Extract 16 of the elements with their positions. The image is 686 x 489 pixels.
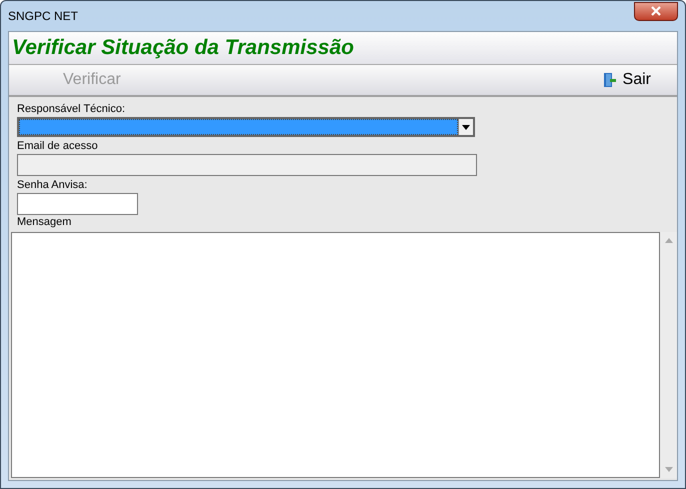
door-icon xyxy=(602,72,617,88)
scroll-down-icon[interactable] xyxy=(664,467,672,472)
password-field[interactable] xyxy=(17,193,138,215)
dropdown-arrow-icon xyxy=(462,124,470,130)
exit-button[interactable]: Sair xyxy=(602,71,651,89)
field-label: Email de acesso xyxy=(17,139,98,154)
close-icon xyxy=(650,6,662,16)
scrollbar[interactable] xyxy=(660,232,677,478)
field-label: Mensagem xyxy=(17,215,72,230)
window-title: SNGPC NET xyxy=(8,9,78,23)
field-label: Responsável Técnico: xyxy=(17,102,126,117)
page-title: Verificar Situação da Transmissão xyxy=(12,36,354,60)
field-label: Senha Anvisa: xyxy=(17,178,88,193)
technician-dropdown[interactable] xyxy=(17,117,475,137)
scroll-up-icon[interactable] xyxy=(664,238,672,243)
close-button[interactable] xyxy=(634,2,678,20)
